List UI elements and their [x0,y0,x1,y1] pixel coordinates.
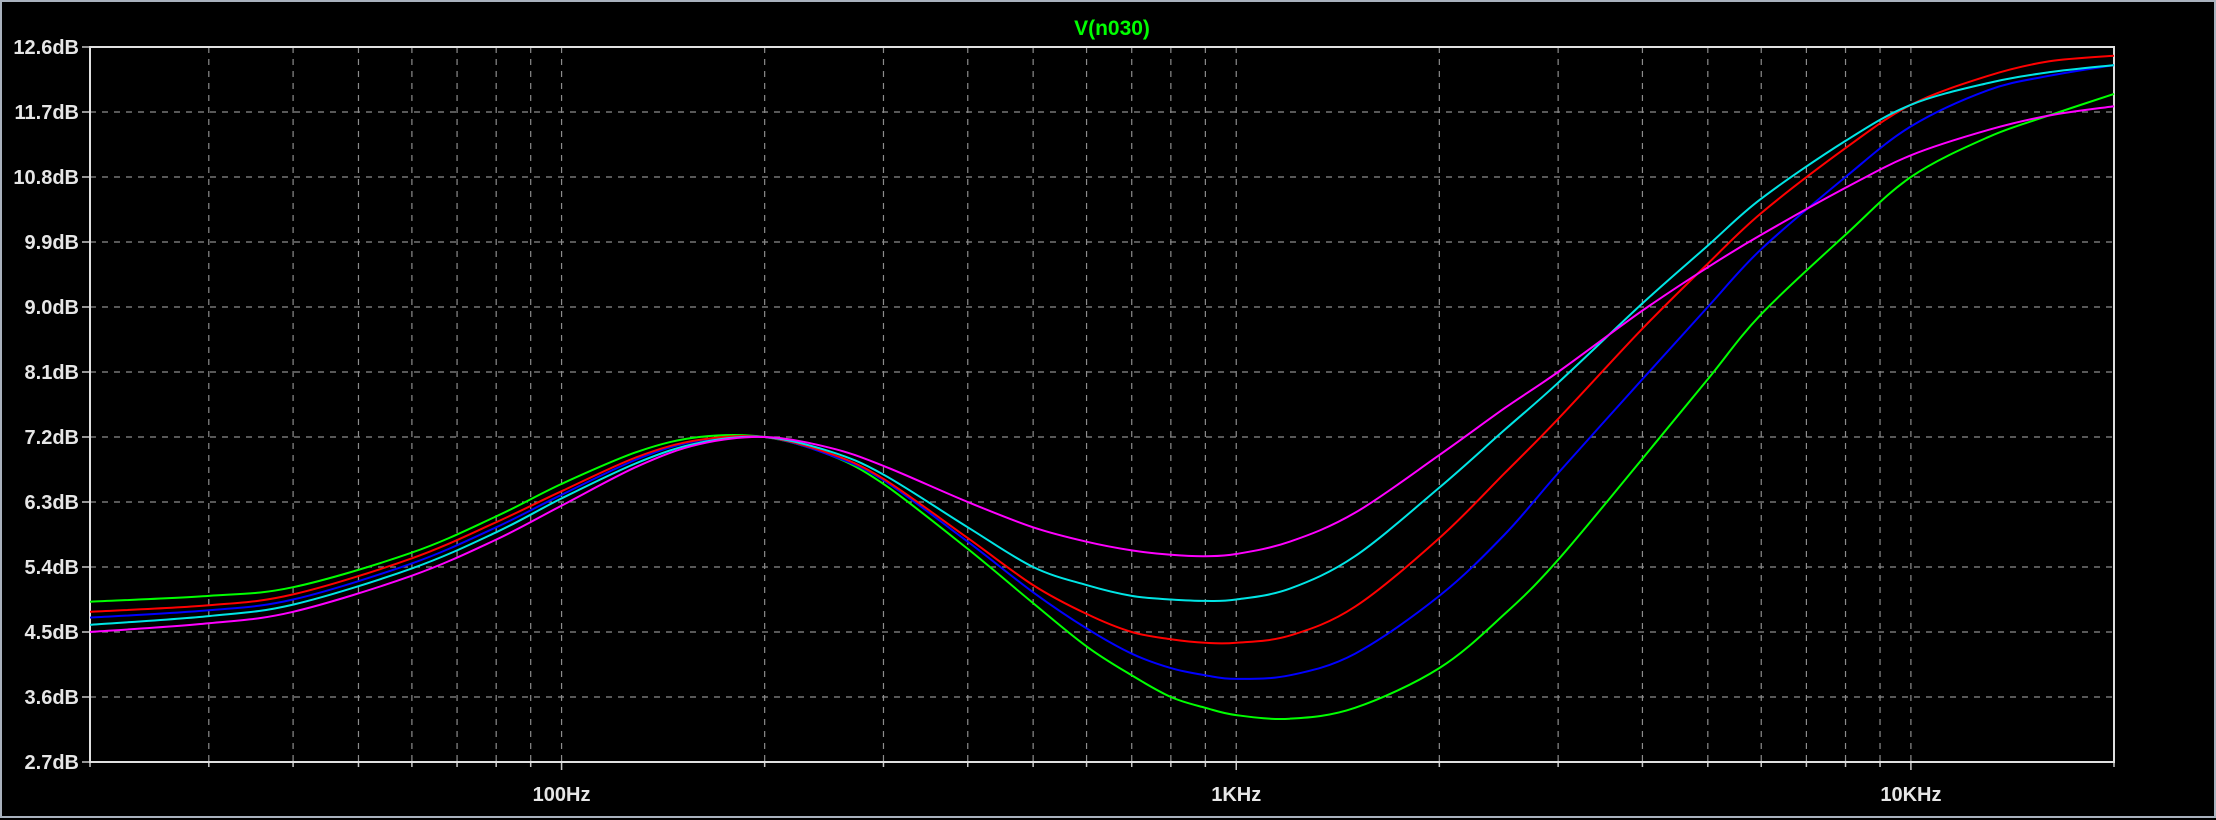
y-tick-label: 9.0dB [25,297,79,319]
y-tick-label: 4.5dB [25,622,79,644]
axes [82,46,2115,770]
series-line-1[interactable] [89,92,2115,720]
y-tick-label: 7.2dB [25,427,79,449]
x-tick-label: 100Hz [533,784,591,806]
series-line-3[interactable] [89,54,2115,645]
chart-title[interactable]: V(n030) [1074,17,1150,40]
y-tick-label: 2.7dB [25,752,79,774]
y-tick-label: 3.6dB [25,687,79,709]
y-tick-label: 10.8dB [13,167,79,189]
traces [89,54,2115,720]
plot-area[interactable]: 100Hz 1KHz 10KHz 12.6dB 11.7dB 10.8dB 9.9dB 9.… [2,2,2216,820]
y-tick-label: 6.3dB [25,492,79,514]
y-tick-labels: 12.6dB 11.7dB 10.8dB 9.9dB 9.0dB 8.1dB 7.2dB 6.… [13,37,79,774]
x-tick-label: 10KHz [1880,784,1941,806]
y-tick-label: 11.7dB [15,102,79,124]
plot-window: 100Hz 1KHz 10KHz 12.6dB 11.7dB 10.8dB 9.9dB 9.… [0,0,2216,818]
plot-border [89,46,2115,763]
y-tick-label: 5.4dB [25,557,79,579]
y-tick-label: 8.1dB [25,362,79,384]
series-line-5[interactable] [89,105,2115,633]
x-tick-label: 1KHz [1211,784,1261,806]
x-tick-labels: 100Hz 1KHz 10KHz [533,784,1942,806]
y-tick-label: 9.9dB [25,232,79,254]
series-line-4[interactable] [89,64,2115,626]
grid [89,46,2115,763]
y-tick-label: 12.6dB [13,37,79,59]
